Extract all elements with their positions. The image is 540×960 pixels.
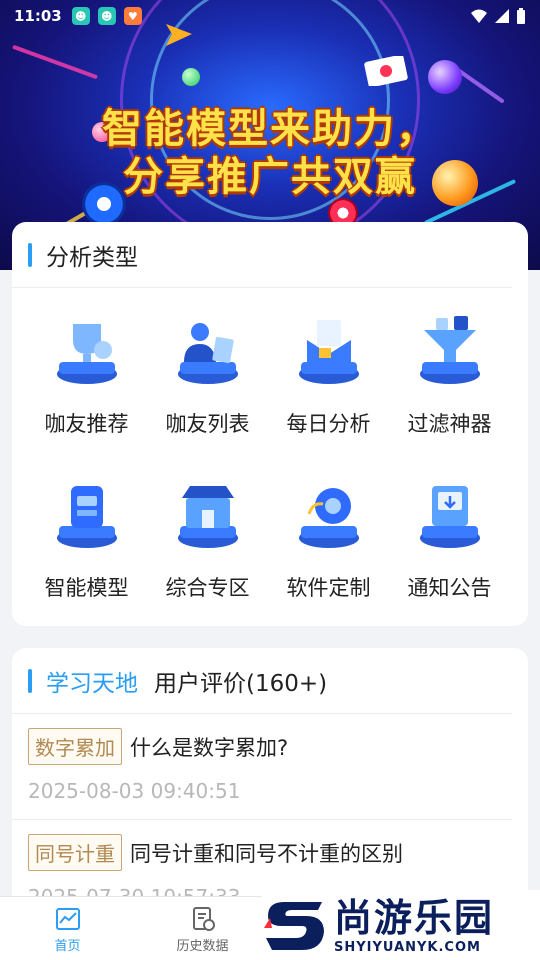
article-tag: 数字累加 xyxy=(28,728,122,765)
analysis-item-notice[interactable]: 通知公告 xyxy=(389,474,510,620)
analysis-item-kayou-recommend[interactable]: 咖友推荐 xyxy=(26,310,147,456)
envelope-icon xyxy=(298,320,359,384)
article-title: 同号计重和同号不计重的区别 xyxy=(130,841,403,866)
history-doc-icon xyxy=(192,907,215,931)
banner-title-line2: 分享推广共双赢 xyxy=(123,154,417,200)
notification-heart-icon: ♥ xyxy=(123,7,142,25)
ball-icon xyxy=(428,60,462,94)
analysis-card: 分析类型 咖友推荐 咖友列表 每日分析 过滤神器 智能模型 综合专区 软件定制 … xyxy=(12,222,528,626)
s-logo-icon xyxy=(264,902,324,950)
article-time: 2025-08-03 09:40:51 xyxy=(28,779,241,803)
learning-tabs: 学习天地 用户评价(160+) xyxy=(12,648,512,714)
wifi-icon xyxy=(471,9,487,23)
person-card-icon xyxy=(177,323,238,384)
ball-icon xyxy=(182,68,200,86)
analysis-item-label: 通知公告 xyxy=(407,576,492,600)
gear-icon xyxy=(298,488,359,548)
analysis-title: 分析类型 xyxy=(46,244,138,271)
analysis-grid: 咖友推荐 咖友列表 每日分析 过滤神器 智能模型 综合专区 软件定制 通知公告 xyxy=(12,288,528,620)
notification-app-icon: ☻ xyxy=(97,7,116,25)
analysis-item-label: 每日分析 xyxy=(286,412,371,436)
battery-icon xyxy=(517,8,525,24)
analysis-item-smart-model[interactable]: 智能模型 xyxy=(26,474,147,620)
analysis-item-label: 软件定制 xyxy=(286,576,371,600)
nav-home-label: 首页 xyxy=(54,939,81,954)
analysis-item-label: 咖友推荐 xyxy=(44,412,129,436)
card-icon xyxy=(364,56,408,86)
watermark-url: SHYIYUANYK.COM xyxy=(334,939,481,955)
article-item[interactable]: 数字累加 什么是数字累加? 2025-08-03 09:40:51 xyxy=(12,714,512,820)
analysis-header: 分析类型 xyxy=(12,222,512,288)
analysis-item-general-zone[interactable]: 综合专区 xyxy=(147,474,268,620)
tab-learning[interactable]: 学习天地 xyxy=(46,664,138,698)
robot-icon xyxy=(56,486,117,548)
banner-ray xyxy=(12,44,98,80)
notification-app-icon: ☻ xyxy=(71,7,90,25)
store-icon xyxy=(177,486,238,548)
analysis-item-daily-analysis[interactable]: 每日分析 xyxy=(268,310,389,456)
section-accent-bar xyxy=(28,668,32,693)
watermark-title: 尚游乐园 xyxy=(334,895,495,940)
article-title: 什么是数字累加? xyxy=(130,735,289,760)
analysis-item-label: 智能模型 xyxy=(44,576,129,600)
analysis-item-filter-tool[interactable]: 过滤神器 xyxy=(389,310,510,456)
funnel-icon xyxy=(419,316,480,384)
status-time: 11:03 xyxy=(14,7,62,25)
analysis-item-custom-software[interactable]: 软件定制 xyxy=(268,474,389,620)
analysis-item-label: 过滤神器 xyxy=(407,412,492,436)
notice-icon xyxy=(419,486,480,548)
analysis-item-label: 综合专区 xyxy=(165,576,250,600)
nav-home[interactable]: 首页 xyxy=(0,897,135,960)
nav-history-label: 历史数据 xyxy=(176,939,229,954)
tab-user-reviews[interactable]: 用户评价(160+) xyxy=(154,664,327,698)
home-chart-icon xyxy=(55,908,80,930)
signal-icon xyxy=(495,9,509,23)
section-accent-bar xyxy=(28,242,32,267)
analysis-item-label: 咖友列表 xyxy=(165,412,250,436)
article-tag: 同号计重 xyxy=(28,834,122,871)
trophy-icon xyxy=(56,324,117,384)
watermark-logo: 尚游乐园 SHYIYUANYK.COM xyxy=(262,890,540,960)
nav-history[interactable]: 历史数据 xyxy=(135,897,270,960)
status-bar: 11:03 ☻ ☻ ♥ xyxy=(0,0,540,32)
analysis-item-kayou-list[interactable]: 咖友列表 xyxy=(147,310,268,456)
learning-card: 学习天地 用户评价(160+) 数字累加 什么是数字累加? 2025-08-03… xyxy=(12,648,528,909)
